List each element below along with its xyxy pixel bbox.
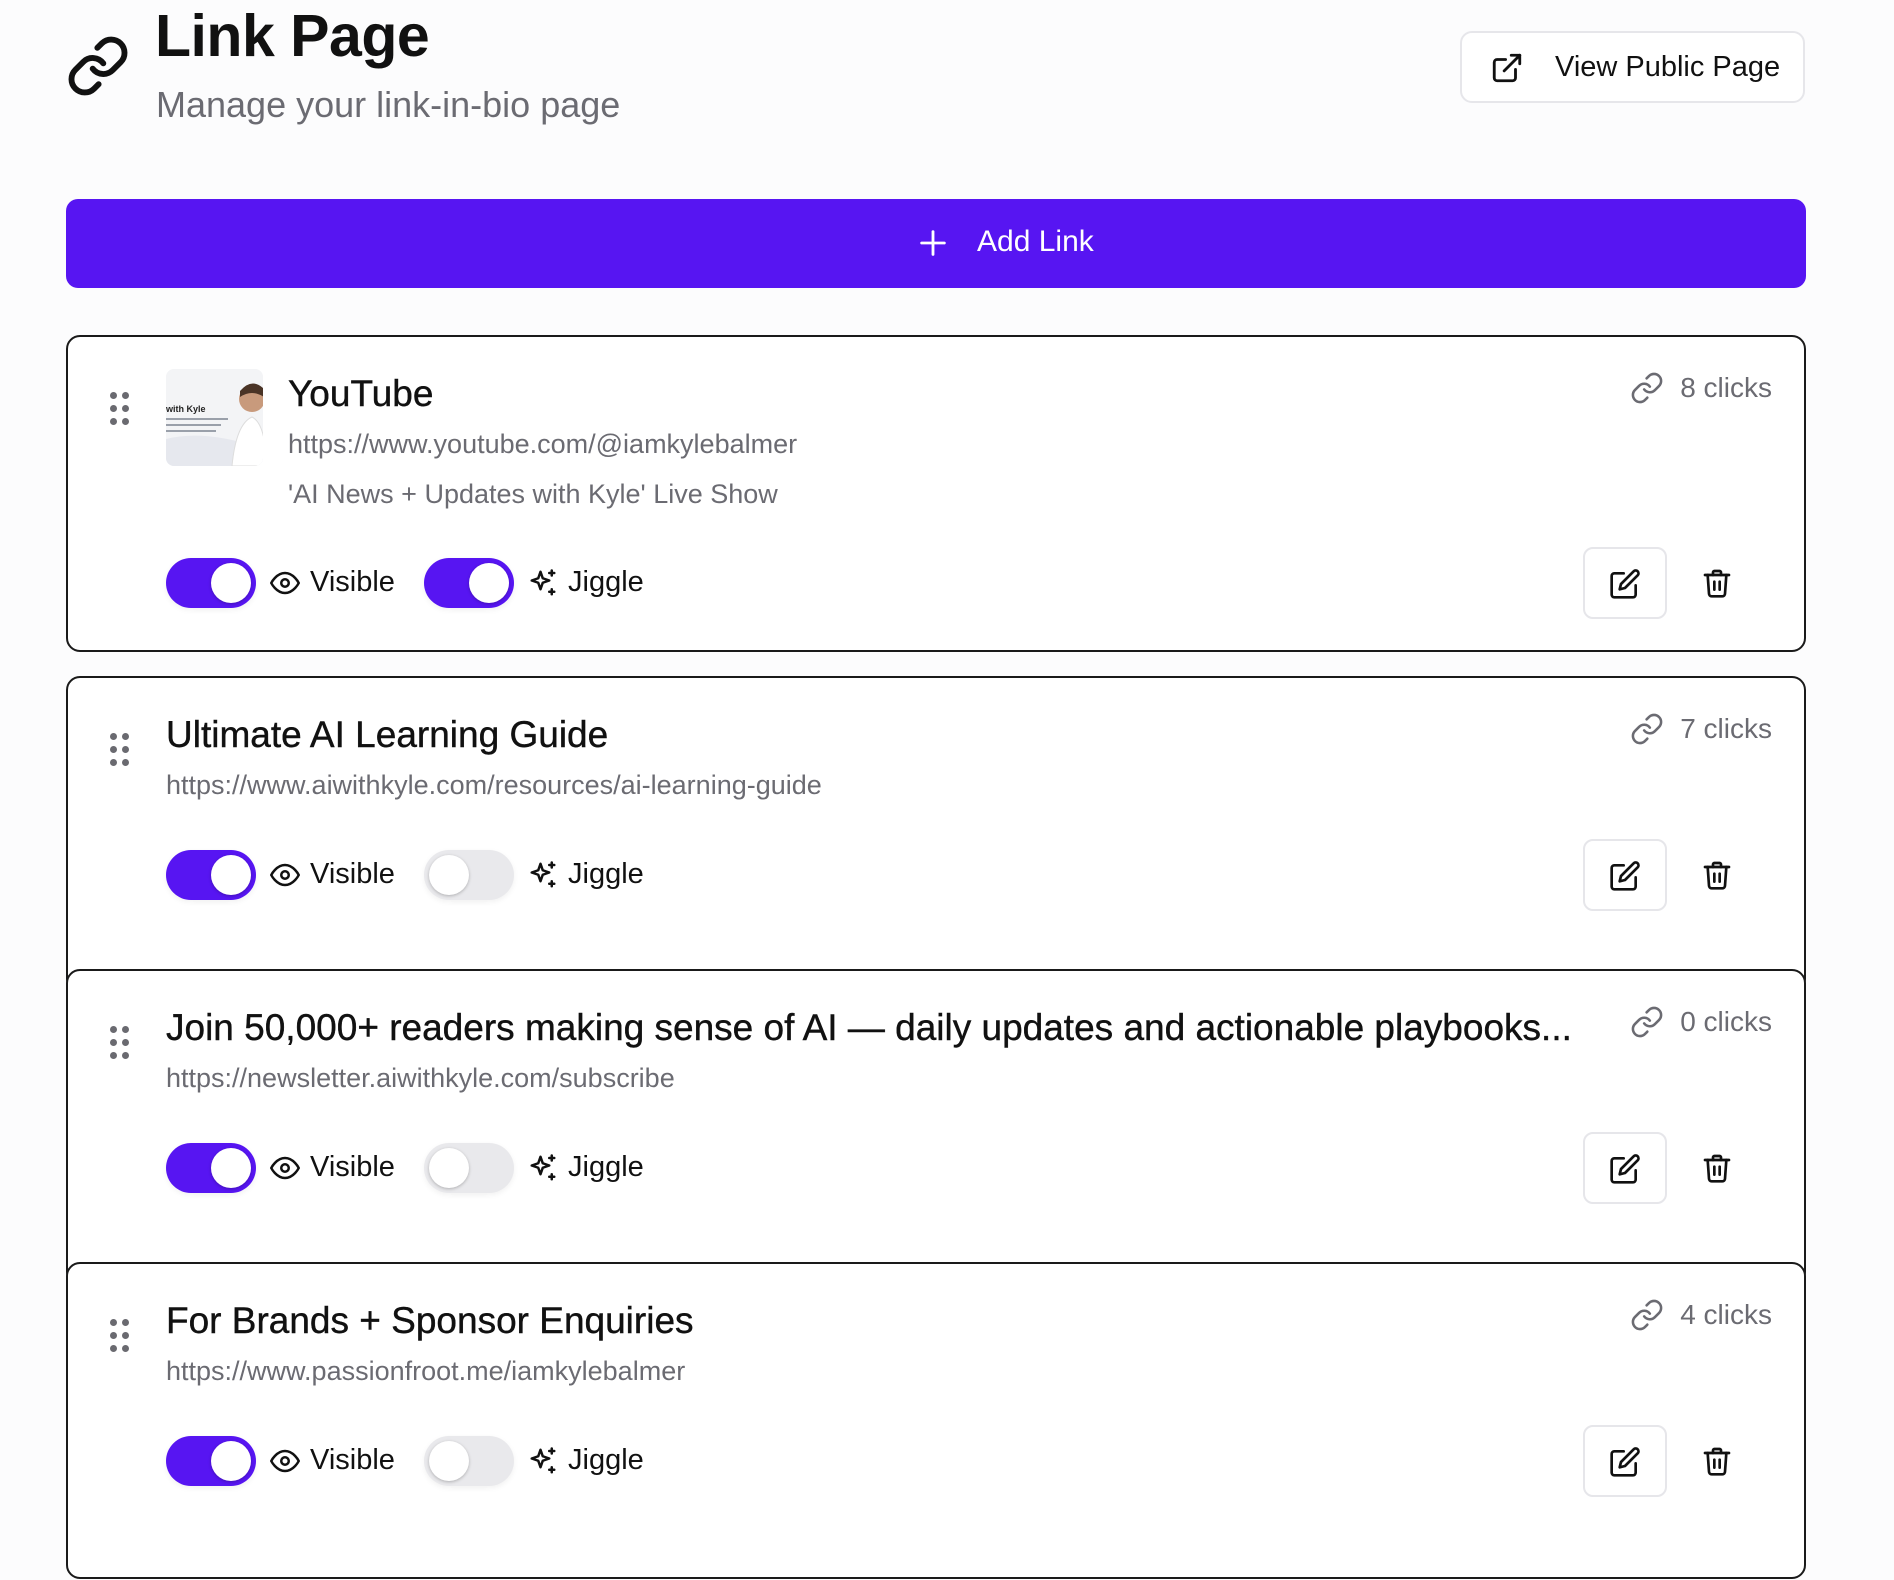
jiggle-label: Jiggle	[568, 566, 644, 598]
link-title: For Brands + Sponsor Enquiries	[166, 1300, 694, 1341]
sparkles-icon	[530, 1154, 556, 1181]
plus-icon	[920, 230, 946, 256]
click-count-label: 4 clicks	[1680, 1299, 1772, 1330]
edit-button[interactable]	[1583, 839, 1667, 911]
link-icon	[68, 36, 128, 96]
view-public-page-label: View Public Page	[1555, 51, 1781, 83]
edit-button[interactable]	[1583, 1425, 1667, 1497]
link-icon	[1631, 372, 1663, 404]
link-url: https://newsletter.aiwithkyle.com/subscr…	[166, 1063, 675, 1093]
visible-label: Visible	[310, 1444, 395, 1476]
add-link-button[interactable]: Add Link	[66, 199, 1806, 288]
drag-handle-icon[interactable]	[110, 733, 130, 767]
edit-icon	[1610, 861, 1640, 891]
sparkles-icon	[530, 569, 556, 596]
thumbnail-text: with Kyle	[166, 404, 206, 414]
page-subtitle: Manage your link-in-bio page	[156, 84, 621, 125]
sparkles-icon	[530, 1447, 556, 1474]
trash-icon	[1703, 1154, 1731, 1183]
link-card: For Brands + Sponsor Enquiries https://w…	[66, 1262, 1806, 1579]
click-count: 8 clicks	[1630, 371, 1772, 405]
link-icon	[1631, 1006, 1663, 1038]
jiggle-toggle[interactable]	[424, 1436, 514, 1486]
trash-icon	[1703, 1447, 1731, 1476]
trash-icon	[1703, 861, 1731, 890]
edit-button[interactable]	[1583, 547, 1667, 619]
jiggle-toggle[interactable]	[424, 1143, 514, 1193]
jiggle-label: Jiggle	[568, 1151, 644, 1183]
visible-toggle[interactable]	[166, 850, 256, 900]
trash-icon	[1703, 569, 1731, 598]
link-thumbnail: with Kyle	[166, 369, 263, 466]
edit-icon	[1610, 1447, 1640, 1477]
link-card: Join 50,000+ readers making sense of AI …	[66, 969, 1806, 1286]
edit-icon	[1610, 569, 1640, 599]
add-link-label: Add Link	[977, 225, 1094, 258]
visible-toggle[interactable]	[166, 1436, 256, 1486]
link-url: https://www.aiwithkyle.com/resources/ai-…	[166, 770, 822, 800]
jiggle-toggle[interactable]	[424, 558, 514, 608]
click-count: 7 clicks	[1630, 712, 1772, 746]
eye-icon	[270, 1156, 300, 1180]
link-title: Ultimate AI Learning Guide	[166, 714, 609, 755]
click-count: 0 clicks	[1630, 1005, 1772, 1039]
visible-label: Visible	[310, 1151, 395, 1183]
page-header: Link Page Manage your link-in-bio page V…	[0, 0, 1894, 170]
sparkles-icon	[530, 861, 556, 888]
click-count-label: 7 clicks	[1680, 713, 1772, 744]
view-public-page-button[interactable]: View Public Page	[1460, 31, 1805, 103]
drag-handle-icon[interactable]	[110, 1319, 130, 1353]
jiggle-label: Jiggle	[568, 858, 644, 890]
eye-icon	[270, 1449, 300, 1473]
delete-button[interactable]	[1691, 1142, 1743, 1194]
click-count: 4 clicks	[1630, 1298, 1772, 1332]
link-url: https://www.passionfroot.me/iamkylebalme…	[166, 1356, 686, 1386]
link-title: Join 50,000+ readers making sense of AI …	[166, 1007, 1572, 1048]
jiggle-label: Jiggle	[568, 1444, 644, 1476]
drag-handle-icon[interactable]	[110, 392, 130, 426]
delete-button[interactable]	[1691, 849, 1743, 901]
link-icon	[1631, 713, 1663, 745]
link-card: with Kyle YouTube https://www.youtube.co…	[66, 335, 1806, 652]
visible-label: Visible	[310, 858, 395, 890]
thumbnail-image: with Kyle	[166, 369, 263, 466]
visible-toggle[interactable]	[166, 1143, 256, 1193]
click-count-label: 0 clicks	[1680, 1006, 1772, 1037]
eye-icon	[270, 863, 300, 887]
link-description: 'AI News + Updates with Kyle' Live Show	[288, 479, 778, 509]
delete-button[interactable]	[1691, 557, 1743, 609]
external-link-icon	[1492, 53, 1522, 83]
click-count-label: 8 clicks	[1680, 372, 1772, 403]
eye-icon	[270, 571, 300, 595]
jiggle-toggle[interactable]	[424, 850, 514, 900]
delete-button[interactable]	[1691, 1435, 1743, 1487]
link-title: YouTube	[288, 373, 434, 414]
edit-icon	[1610, 1154, 1640, 1184]
visible-toggle[interactable]	[166, 558, 256, 608]
visible-label: Visible	[310, 566, 395, 598]
link-url: https://www.youtube.com/@iamkylebalmer	[288, 429, 798, 459]
edit-button[interactable]	[1583, 1132, 1667, 1204]
page-title: Link Page	[155, 3, 430, 69]
link-icon	[1631, 1299, 1663, 1331]
drag-handle-icon[interactable]	[110, 1026, 130, 1060]
link-card: Ultimate AI Learning Guide https://www.a…	[66, 676, 1806, 993]
